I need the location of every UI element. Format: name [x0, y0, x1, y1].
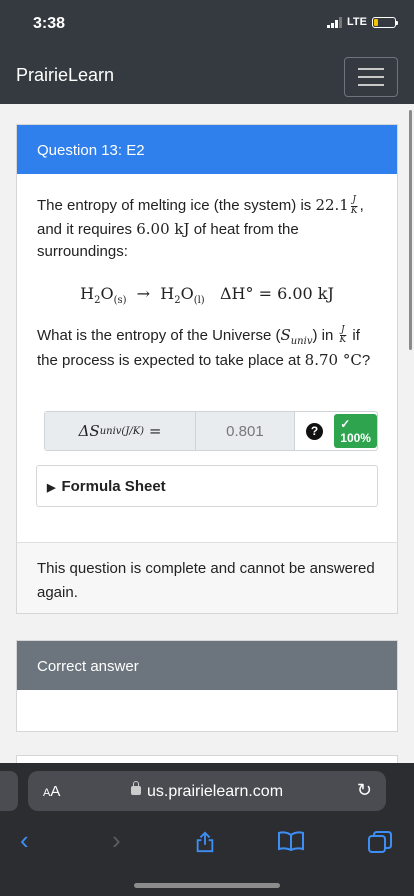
unit-fraction-2: JK — [339, 324, 347, 346]
url-text: us.prairielearn.com — [28, 781, 386, 801]
score-badge: ✓ 100% — [334, 414, 377, 448]
home-indicator[interactable] — [134, 883, 280, 888]
signal-icon — [327, 16, 343, 28]
unit-fraction: JK — [350, 195, 358, 216]
lock-icon — [130, 781, 141, 795]
correct-answer-header: Correct answer — [17, 641, 397, 690]
share-icon[interactable] — [194, 831, 216, 853]
menu-button[interactable] — [344, 57, 398, 97]
answer-label: ΔS univ(J/K) = — [45, 412, 197, 450]
question-paragraph-1: The entropy of melting ice (the system) … — [37, 195, 364, 260]
scrollbar[interactable] — [409, 110, 412, 350]
question-header: Question 13: E2 — [17, 125, 397, 174]
network-label: LTE — [347, 16, 367, 28]
forward-icon[interactable]: › — [112, 825, 121, 856]
score-cell: ✓ 100% — [334, 412, 377, 450]
status-indicators: LTE — [327, 16, 398, 28]
reaction-equation: H2O(s) → H2O(l) ΔH° = 6.00 kJ — [80, 283, 334, 306]
answer-input[interactable]: 0.801 — [196, 412, 295, 450]
navbar: PrairieLearn — [0, 48, 414, 104]
formula-sheet-toggle[interactable]: ▶ Formula Sheet — [36, 465, 378, 507]
tabs-icon[interactable] — [368, 831, 392, 853]
answer-input-group: ΔS univ(J/K) = 0.801 ? ✓ 100% — [44, 411, 378, 451]
help-button[interactable]: ? — [295, 412, 334, 450]
correct-answer-card: Correct answer — [16, 640, 398, 732]
bookmarks-icon[interactable] — [278, 831, 304, 851]
question-paragraph-2: What is the entropy of the Universe (Sun… — [37, 324, 371, 369]
hamburger-icon — [358, 68, 384, 70]
browser-toolbar: AA us.prairielearn.com ↻ ‹ › — [0, 763, 414, 896]
temperature-value: 8.70 °C — [304, 350, 362, 369]
reload-icon[interactable]: ↻ — [357, 780, 372, 801]
question-mark-icon: ? — [306, 422, 324, 440]
heat-value: 6.00 kJ — [136, 219, 190, 238]
triangle-right-icon: ▶ — [47, 482, 56, 494]
status-bar: 3:38 LTE — [0, 0, 414, 48]
entropy-value: 22.1 — [315, 196, 349, 214]
previous-tab[interactable] — [0, 771, 18, 811]
back-icon[interactable]: ‹ — [20, 825, 29, 856]
question-footer: This question is complete and cannot be … — [16, 542, 398, 614]
question-body: The entropy of melting ice (the system) … — [17, 174, 397, 372]
brand-link[interactable]: PrairieLearn — [16, 65, 114, 86]
status-time: 3:38 — [33, 15, 66, 32]
battery-icon — [372, 16, 398, 28]
question-card: Question 13: E2 The entropy of melting i… — [16, 124, 398, 614]
address-bar[interactable]: AA us.prairielearn.com ↻ — [28, 771, 386, 811]
